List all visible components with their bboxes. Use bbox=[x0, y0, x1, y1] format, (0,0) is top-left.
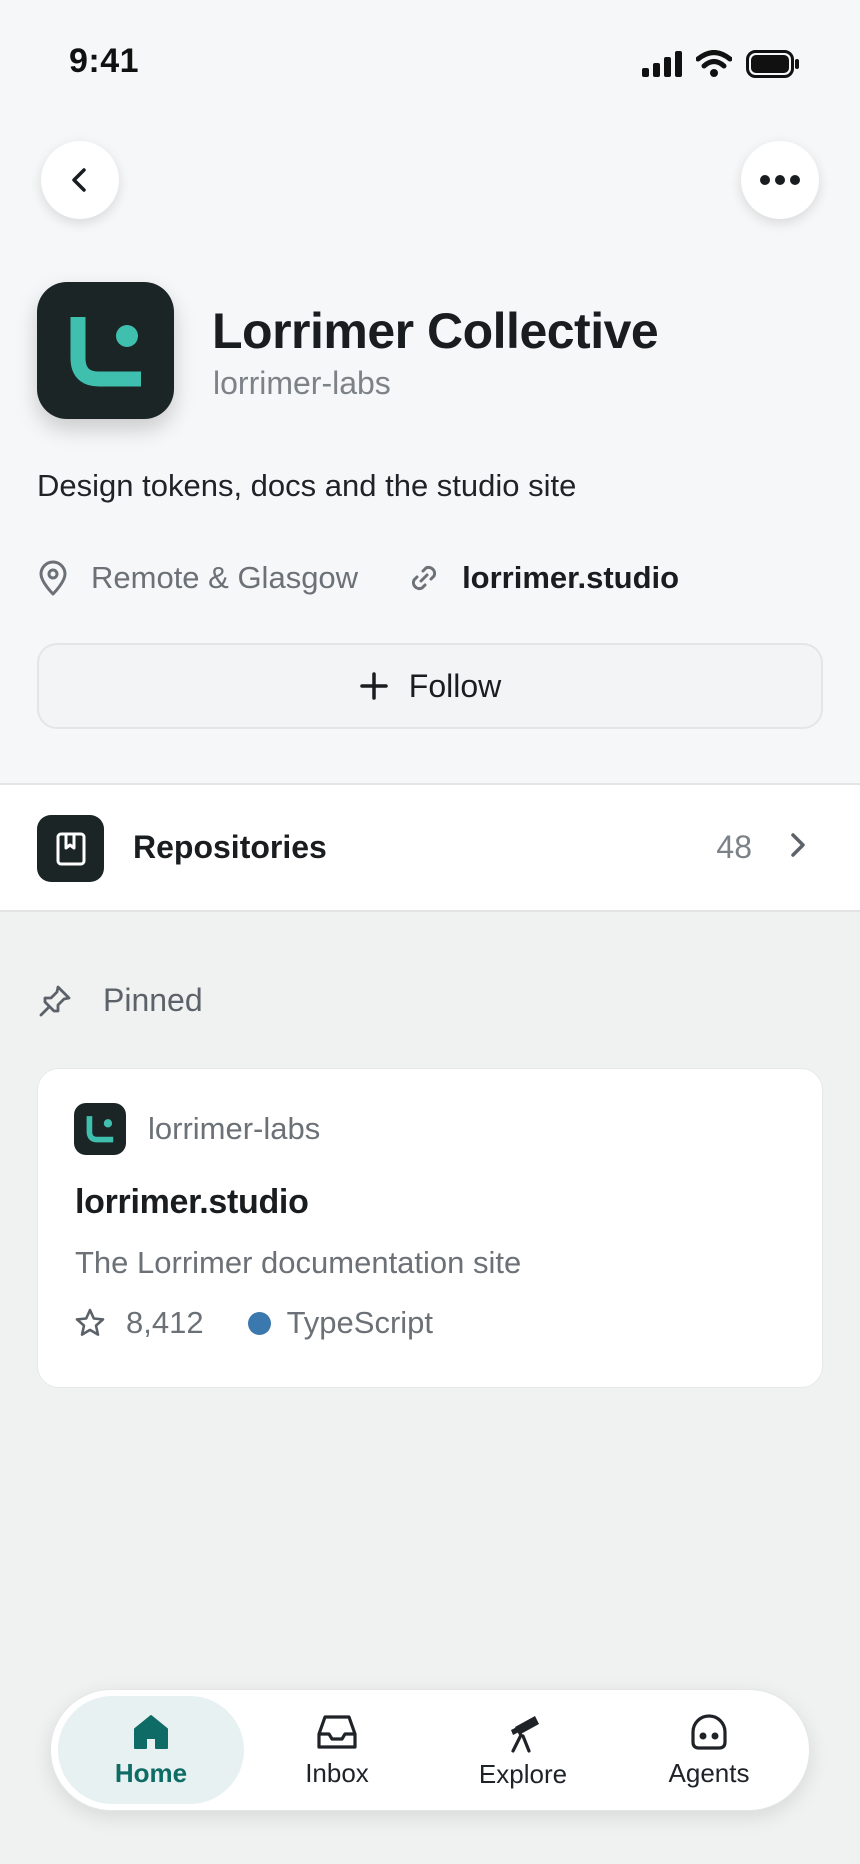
follow-label: Follow bbox=[408, 667, 502, 704]
location-pin-icon bbox=[39, 560, 67, 596]
more-options-button[interactable] bbox=[741, 141, 819, 219]
tab-home-label: Home bbox=[114, 1757, 188, 1788]
tab-explore[interactable]: Explore bbox=[430, 1696, 616, 1804]
star-icon bbox=[75, 1308, 105, 1336]
repositories-row[interactable]: Repositories 48 bbox=[0, 785, 860, 912]
profile-meta-row: Remote & Glasgow lorrimer.studio bbox=[37, 556, 679, 600]
tab-agents[interactable]: Agents bbox=[616, 1696, 802, 1804]
tab-agents-label: Agents bbox=[668, 1757, 750, 1788]
plus-icon bbox=[360, 672, 388, 700]
language-name: TypeScript bbox=[286, 1305, 434, 1340]
org-name: Lorrimer Collective bbox=[212, 303, 659, 359]
bottom-tab-bar: Home Inbox Explore Agents bbox=[50, 1689, 810, 1811]
repo-icon-box bbox=[37, 815, 104, 882]
tab-inbox[interactable]: Inbox bbox=[244, 1696, 430, 1804]
tab-inbox-label: Inbox bbox=[305, 1757, 369, 1788]
profile-header-section: 9:41 Lorrimer Collective lorrimer-labs D… bbox=[0, 0, 860, 784]
pinned-header: Pinned bbox=[37, 982, 203, 1019]
tab-home[interactable]: Home bbox=[58, 1696, 244, 1804]
location-text: Remote & Glasgow bbox=[91, 560, 359, 595]
inbox-icon bbox=[317, 1714, 357, 1749]
card-repo-description: The Lorrimer documentation site bbox=[75, 1245, 522, 1280]
card-stats: 8,412 TypeScript bbox=[74, 1305, 433, 1341]
org-avatar bbox=[37, 282, 174, 419]
profile-page: 9:41 Lorrimer Collective lorrimer-labs D… bbox=[0, 0, 860, 1864]
org-bio: Design tokens, docs and the studio site bbox=[37, 468, 577, 503]
repo-book-icon bbox=[56, 832, 85, 865]
card-owner-row: lorrimer-labs bbox=[74, 1103, 320, 1155]
signal-icon bbox=[642, 51, 682, 77]
agent-icon bbox=[691, 1713, 727, 1750]
back-button[interactable] bbox=[41, 141, 119, 219]
telescope-icon bbox=[511, 1715, 539, 1753]
battery-icon bbox=[746, 50, 799, 78]
lorrimer-logo-icon bbox=[86, 1116, 114, 1143]
owner-avatar bbox=[74, 1103, 126, 1155]
card-owner: lorrimer-labs bbox=[148, 1111, 321, 1146]
website-text: lorrimer.studio bbox=[462, 560, 680, 595]
tab-explore-label: Explore bbox=[478, 1758, 568, 1789]
card-language: TypeScript bbox=[247, 1305, 434, 1341]
status-icons bbox=[642, 50, 800, 78]
chevron-left-icon bbox=[72, 168, 86, 192]
status-bar: 9:41 bbox=[0, 0, 860, 120]
org-handle: lorrimer-labs bbox=[213, 365, 391, 401]
link-icon bbox=[412, 565, 437, 591]
language-color-dot bbox=[247, 1311, 271, 1335]
follow-button[interactable]: Follow bbox=[37, 643, 823, 729]
more-horizontal-icon bbox=[760, 175, 800, 185]
website-link[interactable]: lorrimer.studio bbox=[408, 560, 679, 596]
chevron-right-icon bbox=[791, 833, 805, 857]
wifi-icon bbox=[696, 50, 732, 77]
repositories-label: Repositories bbox=[133, 829, 327, 865]
star-count: 8,412 bbox=[126, 1305, 204, 1340]
repositories-count: 48 bbox=[716, 829, 752, 865]
location: Remote & Glasgow bbox=[37, 560, 358, 596]
pinned-repo-card[interactable]: lorrimer-labs lorrimer.studio The Lorrim… bbox=[37, 1068, 823, 1388]
pin-icon bbox=[39, 985, 71, 1016]
card-stars: 8,412 bbox=[74, 1305, 204, 1341]
status-time: 9:41 bbox=[69, 42, 140, 80]
home-icon bbox=[134, 1714, 168, 1749]
pinned-label: Pinned bbox=[103, 982, 203, 1018]
card-repo-title: lorrimer.studio bbox=[75, 1183, 309, 1221]
lorrimer-logo-icon bbox=[70, 316, 141, 386]
